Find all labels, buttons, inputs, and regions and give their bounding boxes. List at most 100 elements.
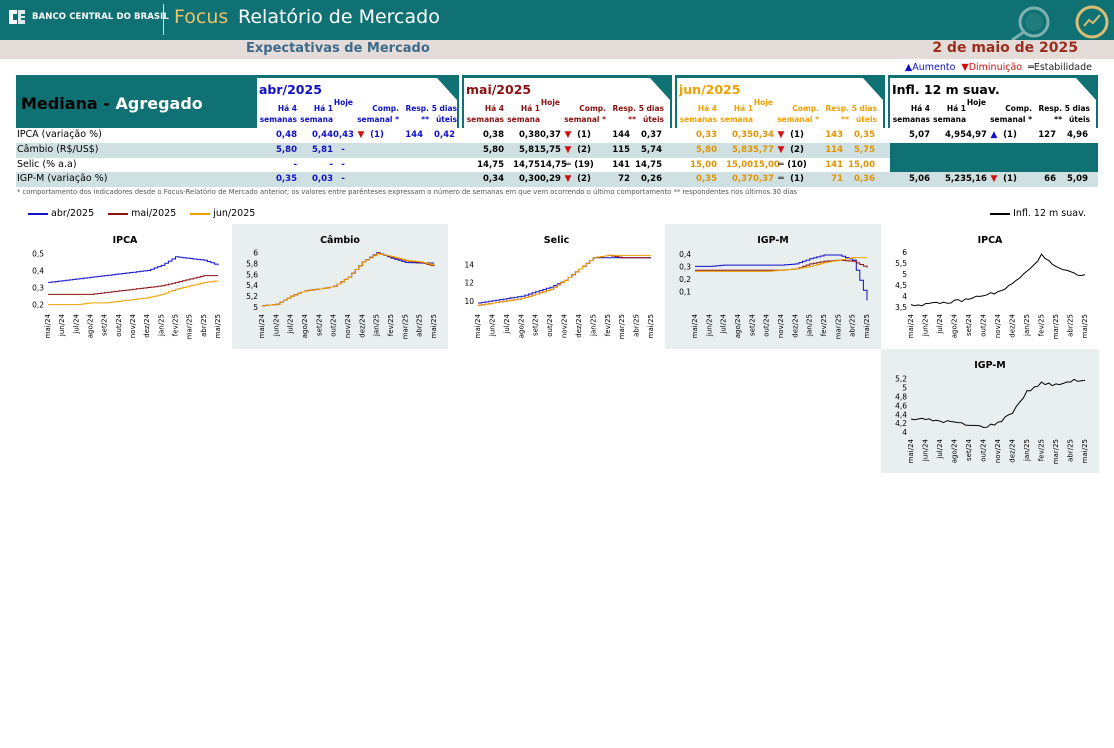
x-tick-label: abr/25 [416, 314, 424, 337]
y-tick-label: 0,2 [679, 275, 691, 284]
chart-svg: IGP-M 5,254,84,64,44,24mai/24 jun/24 jul/24… [895, 360, 1089, 464]
table-cell: 4,97 [966, 130, 987, 140]
column-header-line: Comp. [579, 104, 606, 113]
x-tick-label: jan/25 [1023, 314, 1031, 337]
chart-panel: IPCA 0,5 0,4 0,3 0,2 mai/24 jun/24 jul/24 ago/24… [18, 224, 232, 349]
column-header: Hoje [753, 98, 773, 125]
table-cell: (1) [790, 130, 804, 140]
table-cell: - [329, 160, 333, 170]
row-label: IGP-M (variação %) [17, 173, 108, 184]
legend-swatch [108, 212, 129, 215]
column-header: Resp. ** [1032, 103, 1062, 125]
x-tick-label: mai/24 [258, 313, 266, 338]
chart-panel: Câmbio 6 5,8 5,6 5,4 5,2 5 mai/24 jun/24 jul/24 ag… [232, 224, 448, 349]
table-cell: 144 [405, 130, 423, 140]
x-tick-label: out/24 [546, 313, 554, 336]
x-tick-label: set/24 [101, 313, 109, 336]
x-tick-label: jun/24 [488, 313, 496, 337]
x-tick-label: fev/25 [1038, 439, 1046, 461]
x-tick-label: dez/24 [143, 313, 151, 337]
report-date: 2 de maio de 2025 [932, 40, 1078, 56]
column-header-line: Há 1 [946, 104, 966, 113]
x-tick-label: fev/25 [820, 314, 828, 336]
table-cell: 0,35 [696, 174, 717, 184]
column-header-line: semanas [466, 115, 504, 124]
x-tick-label: mai/24 [907, 438, 915, 463]
header-divider [163, 4, 164, 35]
column-header: Há 1 semana [504, 103, 540, 125]
y-tick-label: 0,2 [32, 301, 44, 310]
legend-item-abr: abr/2025 [28, 208, 94, 219]
legend-label: abr/2025 [51, 208, 95, 219]
series-line [478, 254, 651, 306]
x-tick-label: jan/25 [373, 314, 381, 337]
table-cell: (1) [577, 130, 591, 140]
table-cell: (1) [370, 130, 384, 140]
x-tick-label: mai/24 [691, 313, 699, 338]
column-header-line: Hoje [540, 98, 560, 107]
table-cell: 0,37 [540, 130, 561, 140]
table-cell: 14,75 [635, 160, 662, 170]
column-header-line: Há 1 [313, 104, 333, 113]
column-header-line: úteis [642, 115, 664, 124]
report-title: Relatório de Mercado [238, 6, 440, 28]
y-tick-label: 4 [902, 428, 907, 437]
x-tick-label: fev/25 [604, 314, 612, 336]
block-title: Infl. 12 m suav. [892, 82, 1000, 97]
table-cell: 5,80 [483, 145, 504, 155]
block-column-headers: Há 4 semanas Há 1 semana Hoje Comp. semanal * R… [464, 98, 664, 125]
legend-item-jun: jun/2025 [190, 208, 255, 219]
table-cell: 14,75 [477, 160, 504, 170]
x-tick-label: nov/24 [777, 313, 785, 338]
column-header-line: úteis [1068, 115, 1090, 124]
table-cell: 141 [612, 160, 630, 170]
x-tick-label: jan/25 [157, 314, 165, 337]
table-cell: 4,96 [1067, 130, 1088, 140]
y-tick-label: 5 [253, 303, 258, 312]
table-cell: (10) [787, 160, 807, 170]
legend-label: Infl. 12 m suav. [1013, 208, 1086, 219]
row-label: IPCA (variação %) [17, 129, 102, 140]
column-header-line: semana [933, 115, 966, 124]
x-tick-label: out/24 [115, 313, 123, 336]
column-header-line: Comp. [1005, 104, 1032, 113]
table-cell: 15,00 [848, 160, 875, 170]
table-cell: 5,83 [732, 145, 753, 155]
table-cell: (1) [1003, 174, 1017, 184]
legend-label: mai/2025 [131, 208, 177, 219]
row-label: Selic (% a.a) [17, 159, 77, 170]
table-cell: 0,35 [732, 130, 753, 140]
column-header-line: Comp. [792, 104, 819, 113]
table-cell: 0,37 [753, 174, 774, 184]
bank-name: BANCO CENTRAL DO BRASIL [32, 12, 169, 22]
x-tick-label: abr/25 [200, 314, 208, 337]
table-cell: (2) [577, 174, 591, 184]
y-tick-label: 6 [253, 249, 258, 258]
column-header: Resp. ** [819, 103, 849, 125]
x-tick-label: mar/25 [1052, 439, 1060, 464]
column-header-line: semanal * [564, 115, 606, 124]
table-cell: 0,48 [276, 130, 297, 140]
column-header-line: Há 1 [520, 104, 540, 113]
column-header-line: 5 dias [431, 104, 457, 113]
block-column-headers: Há 4 semanas Há 1 semana Hoje Comp. semanal * R… [677, 98, 877, 125]
x-tick-label: mai/25 [1081, 439, 1089, 463]
x-tick-label: nov/24 [561, 313, 569, 338]
x-tick-label: jun/24 [705, 313, 713, 337]
y-tick-label: 0,3 [679, 262, 691, 271]
chart-title: IGP-M [757, 235, 789, 246]
x-tick-label: fev/25 [1038, 314, 1046, 336]
table-cell: 5,75 [540, 145, 561, 155]
y-tick-label: 4,4 [895, 410, 907, 419]
table-cell: 72 [618, 174, 630, 184]
column-header-line: Resp. [825, 104, 849, 113]
series-line [695, 257, 867, 272]
column-header-line: Hoje [333, 98, 353, 107]
column-header-line: Há 4 [697, 104, 717, 113]
legend-label: jun/2025 [213, 208, 256, 219]
y-tick-label: 0,5 [32, 249, 44, 258]
column-header-line: Há 4 [484, 104, 504, 113]
x-tick-label: out/24 [980, 313, 988, 336]
table-cell: 0,29 [540, 174, 561, 184]
chart-title: IPCA [978, 235, 1003, 246]
